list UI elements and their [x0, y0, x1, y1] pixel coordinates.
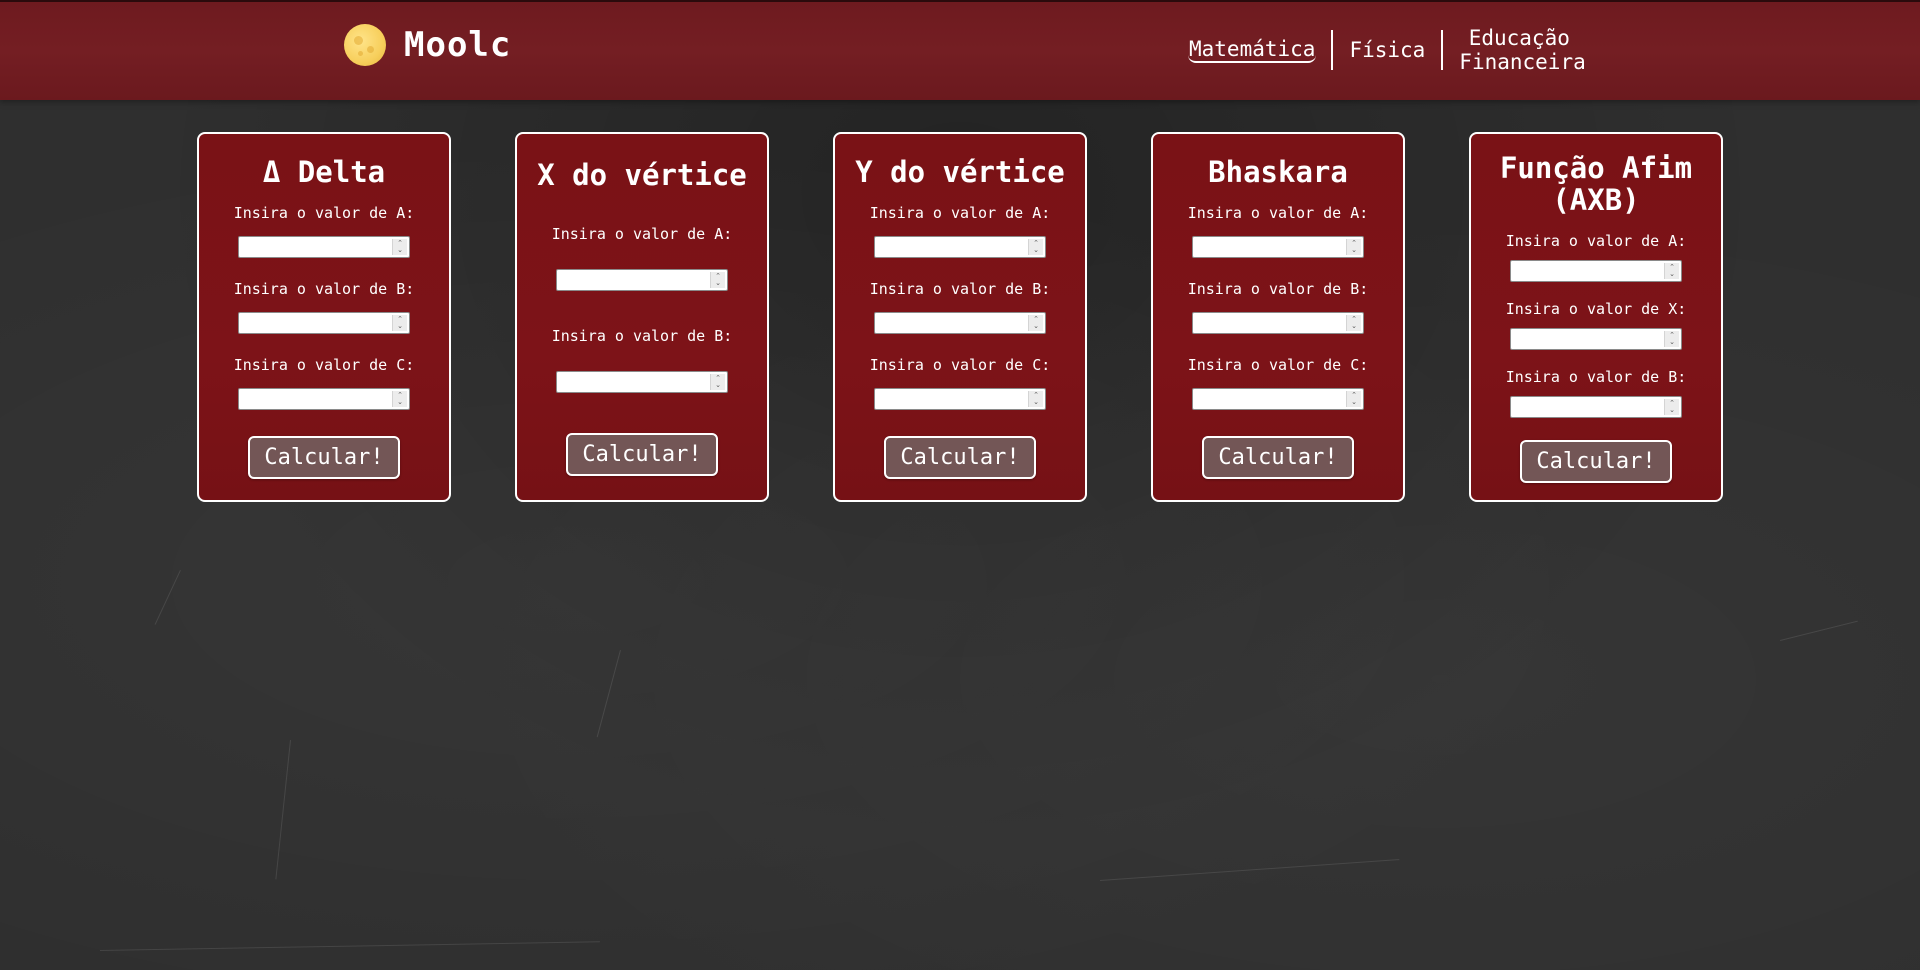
spinner-arrows-icon[interactable]: ⌃ ⌄ [1028, 238, 1043, 255]
funcao-afim-card: Função Afim (AXB) Insira o valor de A: ⌃… [1469, 132, 1723, 502]
card-title: Y do vértice [855, 154, 1065, 189]
card-title: Bhaskara [1208, 154, 1348, 189]
brand-logo[interactable]: Moolc [344, 24, 511, 66]
calculate-button[interactable]: Calcular! [248, 435, 400, 479]
calculate-button[interactable]: Calcular! [566, 432, 718, 476]
spinner-arrows-icon[interactable]: ⌃ ⌄ [1664, 262, 1679, 279]
spinner-arrows-icon[interactable]: ⌃ ⌄ [1664, 398, 1679, 415]
y-vertice-card: Y do vértice Insira o valor de A: ⌃ ⌄ Ins… [833, 132, 1087, 502]
spinner-arrows-icon[interactable]: ⌃ ⌄ [1346, 238, 1361, 255]
calculator-cards: Δ Delta Insira o valor de A: ⌃ ⌄ Insira o… [197, 132, 1723, 502]
field-label-b: Insira o valor de B: [1505, 367, 1687, 386]
input-c[interactable]: ⌃ ⌄ [874, 387, 1046, 410]
chalk-scratch [154, 570, 181, 625]
site-header: Moolc Matemática Física Educação Finance… [0, 0, 1920, 100]
x-vertice-card: X do vértice Insira o valor de A: ⌃ ⌄ Ins… [515, 132, 769, 502]
spinner-arrows-icon[interactable]: ⌃ ⌄ [392, 390, 407, 407]
field-label-a: Insira o valor de A: [551, 224, 733, 243]
field-label-x: Insira o valor de X: [1505, 299, 1687, 318]
input-b[interactable]: ⌃ ⌄ [1510, 395, 1682, 418]
input-b[interactable]: ⌃ ⌄ [874, 311, 1046, 334]
nav-item-educacao-financeira[interactable]: Educação Financeira [1443, 26, 1595, 74]
spinner-arrows-icon[interactable]: ⌃ ⌄ [1028, 390, 1043, 407]
card-title: Função Afim (AXB) [1499, 150, 1693, 217]
spinner-arrows-icon[interactable]: ⌃ ⌄ [392, 314, 407, 331]
brand-name: Moolc [404, 25, 512, 65]
nav-item-fisica[interactable]: Física [1333, 38, 1441, 62]
field-label-c: Insira o valor de C: [233, 355, 415, 374]
input-a[interactable]: ⌃ ⌄ [1510, 259, 1682, 282]
spinner-arrows-icon[interactable]: ⌃ ⌄ [392, 238, 407, 255]
field-label-c: Insira o valor de C: [869, 355, 1051, 374]
calculate-button[interactable]: Calcular! [884, 435, 1036, 479]
spinner-arrows-icon[interactable]: ⌃ ⌄ [1028, 314, 1043, 331]
input-x[interactable]: ⌃ ⌄ [1510, 327, 1682, 350]
input-b[interactable]: ⌃ ⌄ [556, 370, 728, 393]
field-label-b: Insira o valor de B: [233, 279, 415, 298]
field-label-b: Insira o valor de B: [1187, 279, 1369, 298]
card-title: Δ Delta [262, 154, 386, 189]
input-b[interactable]: ⌃ ⌄ [1192, 311, 1364, 334]
chalk-scratch [1780, 620, 1858, 641]
input-a[interactable]: ⌃ ⌄ [874, 235, 1046, 258]
moon-icon [344, 24, 386, 66]
chalk-scratch [275, 740, 291, 880]
spinner-arrows-icon[interactable]: ⌃ ⌄ [1346, 390, 1361, 407]
field-label-a: Insira o valor de A: [869, 203, 1051, 222]
spinner-arrows-icon[interactable]: ⌃ ⌄ [710, 271, 725, 288]
input-c[interactable]: ⌃ ⌄ [1192, 387, 1364, 410]
input-a[interactable]: ⌃ ⌄ [1192, 235, 1364, 258]
input-c[interactable]: ⌃ ⌄ [238, 387, 410, 410]
delta-card: Δ Delta Insira o valor de A: ⌃ ⌄ Insira o… [197, 132, 451, 502]
spinner-arrows-icon[interactable]: ⌃ ⌄ [1664, 330, 1679, 347]
field-label-b: Insira o valor de B: [551, 326, 733, 345]
field-label-c: Insira o valor de C: [1187, 355, 1369, 374]
field-label-a: Insira o valor de A: [233, 203, 415, 222]
bhaskara-card: Bhaskara Insira o valor de A: ⌃ ⌄ Insira … [1151, 132, 1405, 502]
card-title: X do vértice [537, 157, 747, 192]
field-label-b: Insira o valor de B: [869, 279, 1051, 298]
input-b[interactable]: ⌃ ⌄ [238, 311, 410, 334]
field-label-a: Insira o valor de A: [1505, 231, 1687, 250]
chalk-scratch [1100, 859, 1400, 881]
calculate-button[interactable]: Calcular! [1202, 435, 1354, 479]
chalk-scratch [596, 650, 621, 738]
chalk-scratch [100, 941, 600, 951]
spinner-arrows-icon[interactable]: ⌃ ⌄ [710, 373, 725, 390]
main-nav: Matemática Física Educação Financeira [1188, 26, 1595, 74]
input-a[interactable]: ⌃ ⌄ [556, 268, 728, 291]
input-a[interactable]: ⌃ ⌄ [238, 235, 410, 258]
spinner-arrows-icon[interactable]: ⌃ ⌄ [1346, 314, 1361, 331]
nav-item-matematica[interactable]: Matemática [1188, 37, 1317, 63]
calculate-button[interactable]: Calcular! [1520, 439, 1672, 483]
field-label-a: Insira o valor de A: [1187, 203, 1369, 222]
